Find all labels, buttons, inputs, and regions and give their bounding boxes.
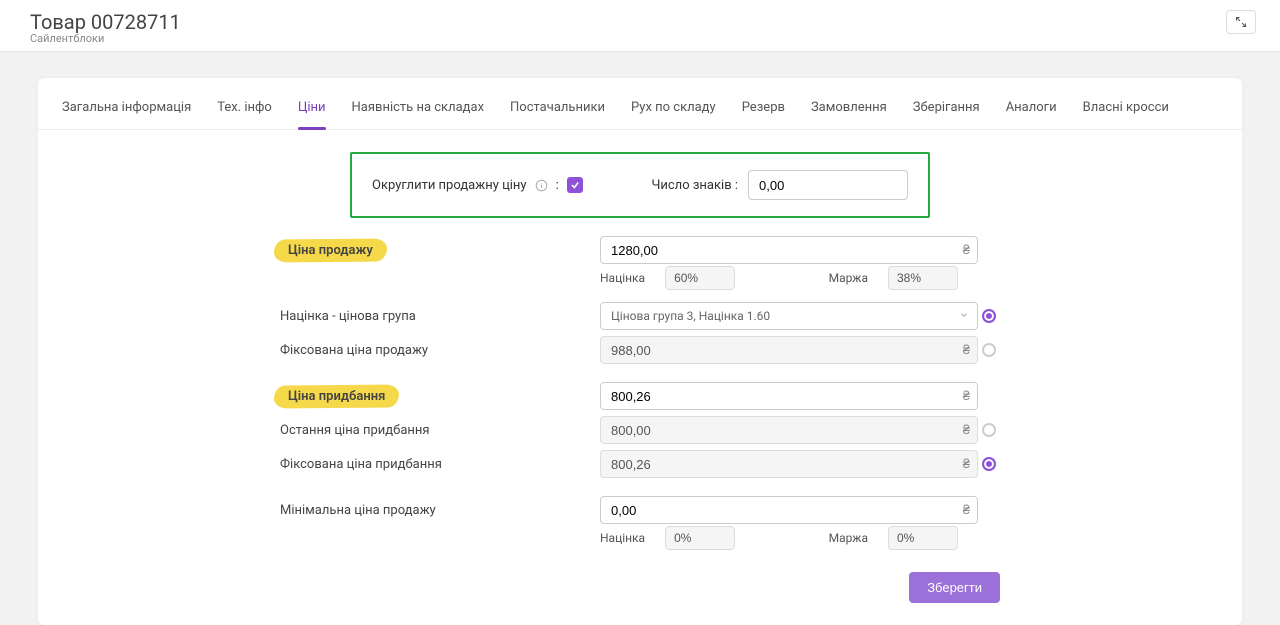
expand-icon bbox=[1235, 16, 1247, 28]
tab-analogs[interactable]: Аналоги bbox=[1006, 100, 1057, 129]
purchase-price-label: Ціна придбання bbox=[280, 387, 393, 406]
markup-group-select[interactable]: Цінова група 3, Націнка 1.60 bbox=[600, 302, 978, 330]
chevron-down-icon bbox=[959, 309, 969, 323]
fixed-purchase-label: Фіксована ціна придбання bbox=[280, 457, 600, 472]
row-sale-price: Ціна продажу ₴ bbox=[280, 236, 1000, 264]
tab-storage[interactable]: Зберігання bbox=[913, 100, 980, 129]
rounding-left: Округлити продажну ціну : bbox=[372, 177, 583, 193]
currency-icon: ₴ bbox=[963, 422, 970, 438]
row-fixed-purchase: Фіксована ціна придбання ₴ bbox=[280, 450, 1000, 478]
last-purchase-input bbox=[600, 416, 978, 444]
markup-group-label: Націнка - цінова група bbox=[280, 309, 600, 324]
row-markup-group: Націнка - цінова група Цінова група 3, Н… bbox=[280, 302, 1000, 330]
save-button[interactable]: Зберегти bbox=[909, 572, 1000, 603]
fixed-purchase-radio[interactable] bbox=[982, 457, 996, 471]
min-markup-label: Націнка bbox=[600, 531, 645, 545]
row-fixed-sale: Фіксована ціна продажу ₴ bbox=[280, 336, 1000, 364]
currency-icon: ₴ bbox=[963, 342, 970, 358]
tab-orders[interactable]: Замовлення bbox=[811, 100, 887, 129]
tab-prices[interactable]: Ціни bbox=[298, 100, 326, 129]
margin-label: Маржа bbox=[829, 271, 868, 285]
tab-suppliers[interactable]: Постачальники bbox=[510, 100, 605, 129]
digits-input[interactable] bbox=[748, 170, 908, 200]
prices-panel: Округлити продажну ціну : Число знаків :… bbox=[38, 130, 1242, 625]
tab-stock-movement[interactable]: Рух по складу bbox=[631, 100, 716, 129]
tab-tech[interactable]: Тех. інфо bbox=[217, 100, 272, 129]
page-header: Товар 00728711 Сайлентблоки bbox=[0, 0, 1280, 52]
fixed-sale-label: Фіксована ціна продажу bbox=[280, 343, 600, 358]
tab-stock[interactable]: Наявність на складах bbox=[352, 100, 485, 129]
currency-icon: ₴ bbox=[963, 456, 970, 472]
panel-footer: Зберегти bbox=[280, 562, 1000, 603]
digits-label: Число знаків : bbox=[651, 178, 738, 193]
fixed-purchase-input bbox=[600, 450, 978, 478]
markup-label: Націнка bbox=[600, 271, 645, 285]
rounding-label: Округлити продажну ціну bbox=[372, 178, 527, 193]
currency-icon: ₴ bbox=[963, 242, 970, 258]
page-title: Товар 00728711 bbox=[30, 10, 181, 34]
last-purchase-label: Остання ціна придбання bbox=[280, 423, 600, 438]
fixed-sale-input bbox=[600, 336, 978, 364]
min-sale-label: Мінімальна ціна продажу bbox=[280, 503, 600, 518]
sale-price-label: Ціна продажу bbox=[280, 241, 381, 260]
row-min-sale: Мінімальна ціна продажу ₴ bbox=[280, 496, 1000, 524]
rounding-checkbox[interactable] bbox=[567, 177, 583, 193]
margin-input bbox=[888, 266, 958, 290]
min-margin-label: Маржа bbox=[829, 531, 868, 545]
tab-reserve[interactable]: Резерв bbox=[742, 100, 785, 129]
product-card: Загальна інформація Тех. інфо Ціни Наявн… bbox=[38, 78, 1242, 625]
markup-input bbox=[665, 266, 735, 290]
form-area: Ціна продажу ₴ Націнка Маржа Націнка - ц… bbox=[280, 236, 1000, 550]
row-purchase-price: Ціна придбання ₴ bbox=[280, 382, 1000, 410]
currency-icon: ₴ bbox=[963, 502, 970, 518]
expand-button[interactable] bbox=[1226, 10, 1256, 34]
rounding-box: Округлити продажну ціну : Число знаків : bbox=[350, 152, 930, 218]
tabs: Загальна інформація Тех. інфо Ціни Наявн… bbox=[38, 78, 1242, 130]
sale-price-subrow: Націнка Маржа bbox=[600, 266, 1000, 290]
min-markup-input bbox=[665, 526, 735, 550]
min-margin-input bbox=[888, 526, 958, 550]
last-purchase-radio[interactable] bbox=[982, 423, 996, 437]
purchase-price-input[interactable] bbox=[600, 382, 978, 410]
fixed-sale-radio[interactable] bbox=[982, 343, 996, 357]
min-sale-subrow: Націнка Маржа bbox=[600, 526, 1000, 550]
currency-icon: ₴ bbox=[963, 388, 970, 404]
markup-group-radio[interactable] bbox=[982, 309, 996, 323]
min-sale-input[interactable] bbox=[600, 496, 978, 524]
info-icon[interactable] bbox=[535, 179, 548, 192]
rounding-right: Число знаків : bbox=[651, 170, 908, 200]
tab-own-crosses[interactable]: Власні кросси bbox=[1083, 100, 1169, 129]
tab-general[interactable]: Загальна інформація bbox=[62, 100, 191, 129]
row-last-purchase: Остання ціна придбання ₴ bbox=[280, 416, 1000, 444]
sale-price-input[interactable] bbox=[600, 236, 978, 264]
header-title-block: Товар 00728711 Сайлентблоки bbox=[30, 10, 181, 45]
